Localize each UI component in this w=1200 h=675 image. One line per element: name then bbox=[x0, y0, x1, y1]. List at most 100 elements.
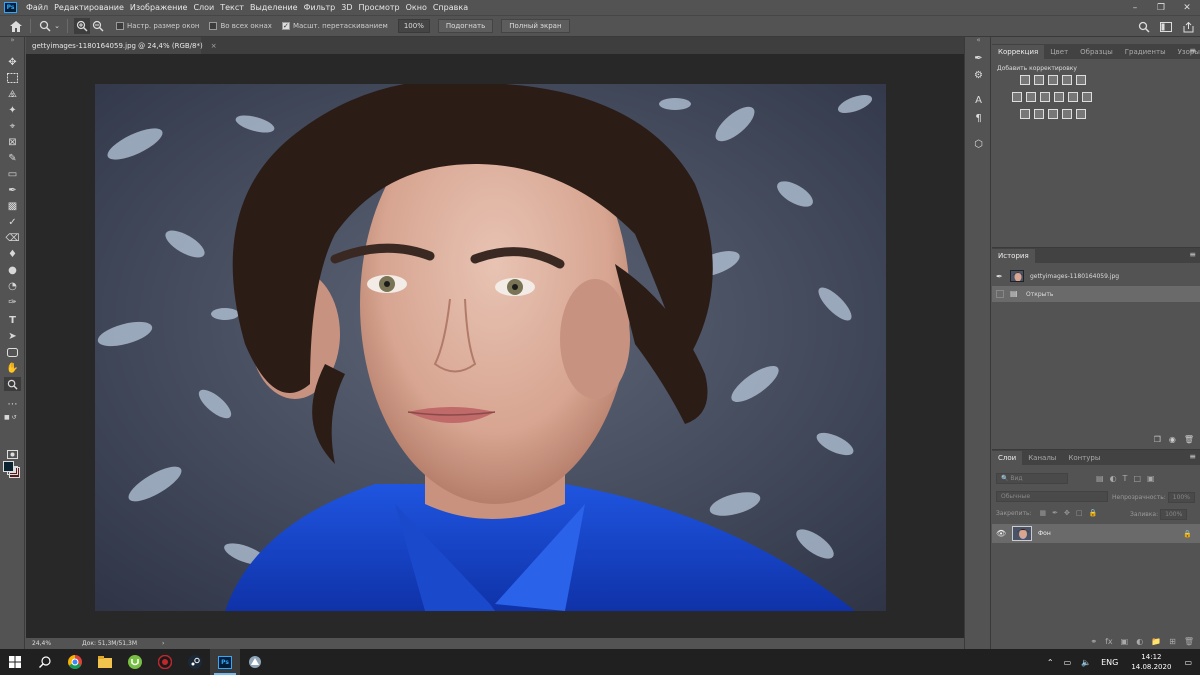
tray-chevron-up-icon[interactable]: ⌃ bbox=[1047, 658, 1054, 667]
taskbar-clock[interactable]: 14:12 14.08.2020 bbox=[1131, 652, 1171, 672]
layer-filter-search[interactable]: 🔍 Вид bbox=[996, 473, 1068, 484]
rectangle-tool-icon[interactable] bbox=[4, 345, 21, 359]
steam-icon[interactable] bbox=[180, 649, 210, 675]
character-panel-icon[interactable]: A bbox=[971, 93, 986, 107]
frame-tool-icon[interactable]: ⊠ bbox=[4, 135, 21, 149]
status-zoom[interactable]: 24,4% bbox=[32, 640, 76, 647]
paint-bucket-tool-icon[interactable]: ♦ bbox=[4, 247, 21, 261]
app-red-icon[interactable] bbox=[150, 649, 180, 675]
search-icon[interactable] bbox=[1136, 19, 1152, 35]
color-lookup-adjustment-icon[interactable] bbox=[1082, 92, 1092, 102]
foreground-color-swatch[interactable] bbox=[3, 461, 14, 472]
workspace-icon[interactable] bbox=[1158, 19, 1174, 35]
swap-colors-icon[interactable]: ■ ↺ bbox=[4, 413, 21, 421]
eraser-tool-icon[interactable]: ⌫ bbox=[4, 231, 21, 245]
black-white-adjustment-icon[interactable] bbox=[1040, 92, 1050, 102]
tab-gradients[interactable]: Градиенты bbox=[1119, 45, 1172, 59]
document-image[interactable] bbox=[95, 84, 886, 611]
tab-history[interactable]: История bbox=[992, 249, 1035, 263]
layer-row-background[interactable]: 👁 Фон 🔒 bbox=[992, 524, 1200, 543]
menu-view[interactable]: Просмотр bbox=[356, 3, 403, 12]
menu-layers[interactable]: Слои bbox=[190, 3, 217, 12]
filter-adjustment-icon[interactable]: ◐ bbox=[1110, 474, 1117, 483]
lasso-tool-icon[interactable]: ⧌ bbox=[4, 87, 21, 101]
new-fill-adjustment-icon[interactable]: ◐ bbox=[1136, 637, 1143, 646]
tab-paths[interactable]: Контуры bbox=[1062, 451, 1106, 465]
layer-visibility-eye-icon[interactable]: 👁 bbox=[996, 529, 1006, 538]
zoom-tool-active-icon[interactable] bbox=[4, 377, 21, 391]
menu-window[interactable]: Окно bbox=[403, 3, 430, 12]
menu-file[interactable]: Файл bbox=[23, 3, 51, 12]
status-chevron-icon[interactable]: › bbox=[162, 640, 164, 647]
fit-screen-button[interactable]: Подогнать bbox=[437, 19, 494, 33]
history-brush-source-icon[interactable]: ✒ bbox=[996, 272, 1003, 281]
exposure-adjustment-icon[interactable] bbox=[1062, 75, 1072, 85]
menu-filter[interactable]: Фильтр bbox=[301, 3, 339, 12]
zoom-value-field[interactable]: 100% bbox=[397, 19, 430, 33]
tab-channels[interactable]: Каналы bbox=[1022, 451, 1062, 465]
blur-tool-icon[interactable]: ● bbox=[4, 263, 21, 277]
photo-filter-adjustment-icon[interactable] bbox=[1054, 92, 1064, 102]
resize-windows-checkbox[interactable]: Настр. размер окон bbox=[116, 22, 199, 30]
menu-select[interactable]: Выделение bbox=[247, 3, 301, 12]
delete-state-icon[interactable]: 🗑 bbox=[1184, 435, 1194, 444]
filter-type-icon[interactable]: T bbox=[1123, 474, 1128, 483]
canvas-area[interactable] bbox=[26, 54, 964, 638]
channel-mixer-adjustment-icon[interactable] bbox=[1068, 92, 1078, 102]
history-step-open[interactable]: ▤ Открыть bbox=[992, 286, 1200, 302]
brush-tool-icon[interactable]: ✒ bbox=[4, 183, 21, 197]
windows-start-icon[interactable] bbox=[0, 649, 30, 675]
search-taskbar-icon[interactable] bbox=[30, 649, 60, 675]
history-brush-tool-icon[interactable]: ✓ bbox=[4, 215, 21, 229]
tab-layers[interactable]: Слои bbox=[992, 451, 1023, 465]
hue-saturation-adjustment-icon[interactable] bbox=[1012, 92, 1022, 102]
marquee-tool-icon[interactable] bbox=[4, 71, 21, 85]
new-layer-icon[interactable]: ⊞ bbox=[1169, 637, 1176, 646]
photoshop-taskbar-icon[interactable]: Ps bbox=[210, 649, 240, 675]
selective-color-adjustment-icon[interactable] bbox=[1062, 109, 1072, 119]
zoom-in-icon[interactable] bbox=[74, 18, 90, 34]
type-tool-icon[interactable]: T bbox=[4, 313, 21, 327]
menu-edit[interactable]: Редактирование bbox=[51, 3, 127, 12]
posterize-adjustment-icon[interactable] bbox=[1034, 109, 1044, 119]
brush-settings-icon[interactable]: ✒ bbox=[971, 51, 986, 65]
delete-layer-icon[interactable]: 🗑 bbox=[1184, 637, 1194, 646]
pen-tool-icon[interactable]: ✑ bbox=[4, 295, 21, 309]
new-group-icon[interactable]: 📁 bbox=[1151, 637, 1161, 646]
chevron-down-icon[interactable]: ⌄ bbox=[53, 18, 61, 34]
tab-color[interactable]: Цвет bbox=[1044, 45, 1074, 59]
minimize-icon[interactable]: – bbox=[1122, 0, 1148, 15]
color-balance-adjustment-icon[interactable] bbox=[1026, 92, 1036, 102]
eyedropper-tool-icon[interactable]: ✎ bbox=[4, 151, 21, 165]
menu-type[interactable]: Текст bbox=[217, 3, 247, 12]
curves-adjustment-icon[interactable] bbox=[1048, 75, 1058, 85]
add-mask-icon[interactable]: ▣ bbox=[1121, 637, 1129, 646]
filter-smart-icon[interactable]: ▣ bbox=[1147, 474, 1155, 483]
zoom-tool-icon[interactable] bbox=[37, 18, 53, 34]
blend-mode-select[interactable]: Обычные bbox=[996, 491, 1108, 502]
lock-options-icons[interactable]: ▦✒✥□🔒 bbox=[1040, 509, 1104, 517]
chrome-icon[interactable] bbox=[60, 649, 90, 675]
history-snapshot[interactable]: ✒ gettyimages-1180164059.jpg bbox=[992, 268, 1200, 284]
clone-stamp-tool-icon[interactable]: ▩ bbox=[4, 199, 21, 213]
app-misc-icon[interactable] bbox=[240, 649, 270, 675]
healing-brush-tool-icon[interactable]: ▭ bbox=[4, 167, 21, 181]
adjustments-strip-icon[interactable]: ⚙ bbox=[971, 68, 986, 82]
language-indicator[interactable]: ENG bbox=[1101, 658, 1118, 667]
dodge-tool-icon[interactable]: ◔ bbox=[4, 279, 21, 293]
new-document-from-state-icon[interactable]: ❒ bbox=[1154, 435, 1161, 444]
home-icon[interactable] bbox=[8, 18, 24, 34]
tab-adjustments[interactable]: Коррекция bbox=[992, 45, 1045, 59]
close-icon[interactable]: ✕ bbox=[1174, 0, 1200, 15]
collapse-panel-icon[interactable]: » bbox=[4, 36, 21, 44]
layer-name[interactable]: Фон bbox=[1038, 530, 1051, 537]
hand-tool-icon[interactable]: ✋ bbox=[4, 361, 21, 375]
share-icon[interactable] bbox=[1180, 19, 1196, 35]
all-windows-checkbox[interactable]: Во всех окнах bbox=[209, 22, 272, 30]
filter-shape-icon[interactable]: □ bbox=[1133, 474, 1141, 483]
quick-selection-tool-icon[interactable]: ✦ bbox=[4, 103, 21, 117]
notifications-icon[interactable]: ▭ bbox=[1184, 658, 1192, 667]
filter-pixel-icon[interactable]: ▤ bbox=[1096, 474, 1104, 483]
link-layers-icon[interactable]: ⚭ bbox=[1090, 637, 1097, 646]
move-tool-icon[interactable]: ✥ bbox=[4, 55, 21, 69]
